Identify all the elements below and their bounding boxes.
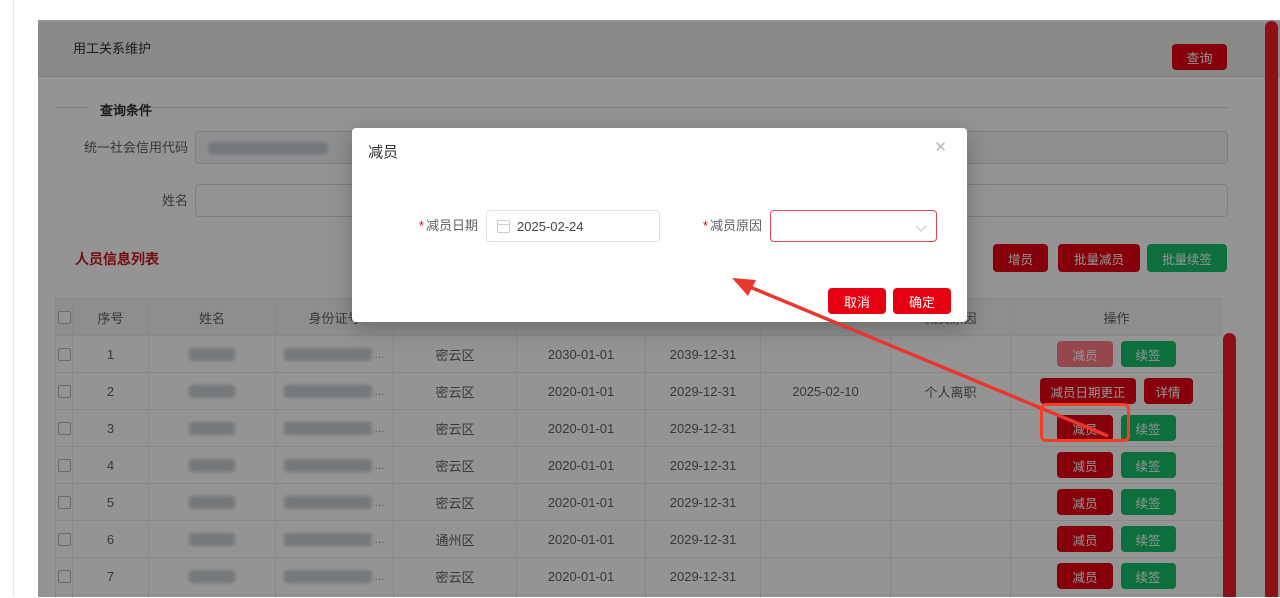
modal-title: 减员: [368, 141, 398, 162]
calendar-icon: [497, 220, 510, 233]
chevron-down-icon: [915, 220, 926, 231]
required-asterisk: *: [703, 218, 708, 233]
window-edge-divider: [13, 0, 14, 597]
remove-date-input[interactable]: 2025-02-24: [486, 210, 660, 242]
remove-date-label: *减员日期: [392, 210, 478, 242]
required-asterisk: *: [419, 218, 424, 233]
remove-personnel-modal: 减员 ✕ *减员日期 2025-02-24 *减员原因 取消 确定: [352, 128, 967, 322]
remove-reason-label: *减员原因: [676, 210, 762, 242]
table-scrollbar[interactable]: [1223, 333, 1236, 597]
cancel-button[interactable]: 取消: [828, 288, 886, 314]
remove-reason-select[interactable]: [770, 210, 937, 242]
confirm-button[interactable]: 确定: [893, 288, 951, 314]
page-scrollbar[interactable]: [1265, 21, 1278, 597]
remove-date-value: 2025-02-24: [517, 219, 584, 234]
close-icon[interactable]: ✕: [934, 140, 947, 155]
